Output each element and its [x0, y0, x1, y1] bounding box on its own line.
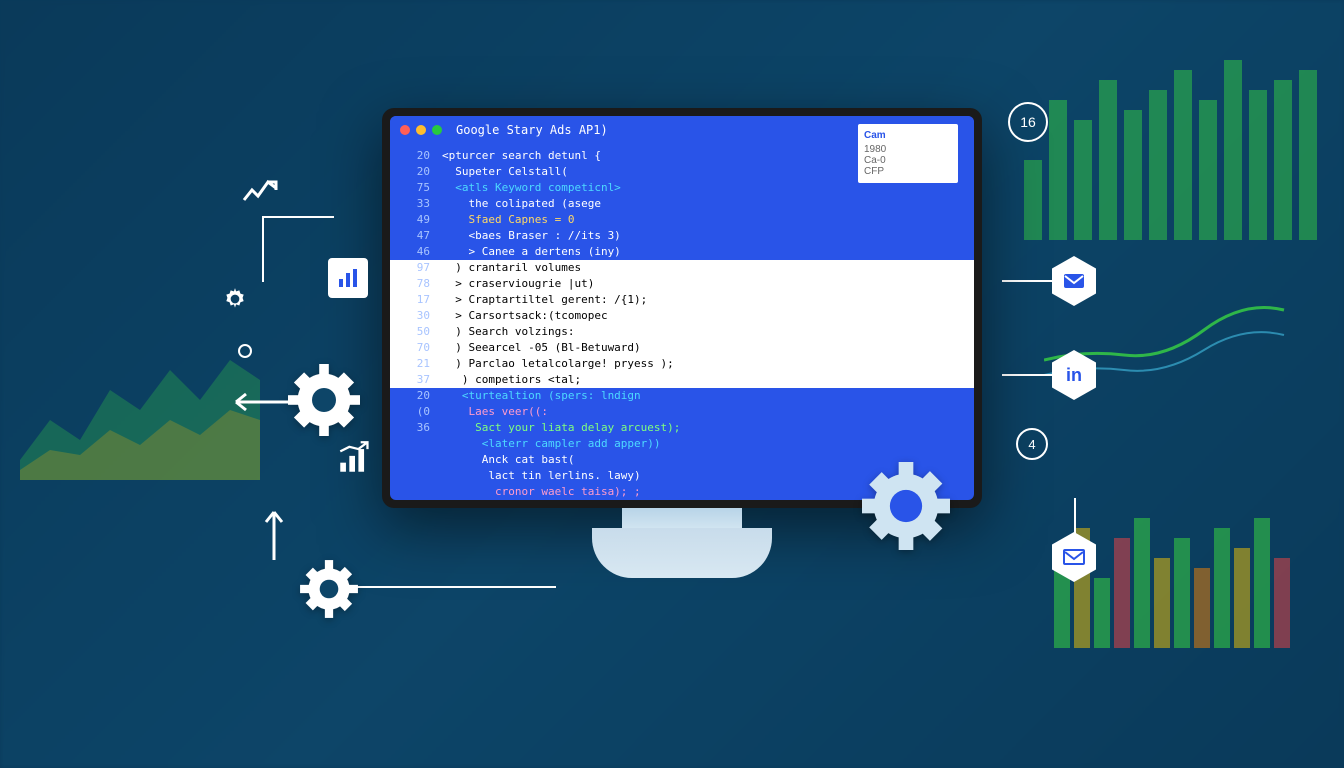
- gear-large-icon: [288, 364, 360, 441]
- window-title: Google Stary Ads AP1): [456, 123, 608, 137]
- close-dot[interactable]: [400, 125, 410, 135]
- minimize-dot[interactable]: [416, 125, 426, 135]
- arrow-up-icon: [264, 504, 284, 565]
- badge-16: 16: [1008, 102, 1048, 142]
- connector-line: [262, 216, 334, 282]
- arrow-left-icon: [228, 392, 288, 417]
- trend-icon: [242, 176, 278, 211]
- growth-chart-icon: [338, 440, 372, 479]
- maximize-dot[interactable]: [432, 125, 442, 135]
- mail-outline-hex-icon: [1052, 532, 1096, 582]
- settings-small-icon: [222, 286, 248, 317]
- connector-line: [356, 586, 556, 588]
- code-editor: 20<pturcer search detunl {20 Supeter Cel…: [390, 144, 974, 500]
- connector-line: [1002, 280, 1052, 282]
- dot-icon: [238, 344, 252, 358]
- linkedin-hex-icon: in: [1052, 350, 1096, 400]
- bar-chart-icon: [328, 258, 368, 298]
- bg-chart-area: [20, 300, 260, 480]
- connector-line: [1002, 374, 1052, 376]
- badge-4: 4: [1016, 428, 1048, 460]
- gear-bottom-icon: [298, 558, 360, 625]
- info-panel: Cam 1980 Ca-0 CFP: [858, 124, 958, 183]
- email-hex-icon: [1052, 256, 1096, 306]
- gear-right-icon: [862, 462, 950, 555]
- bg-chart-green: [1024, 40, 1324, 240]
